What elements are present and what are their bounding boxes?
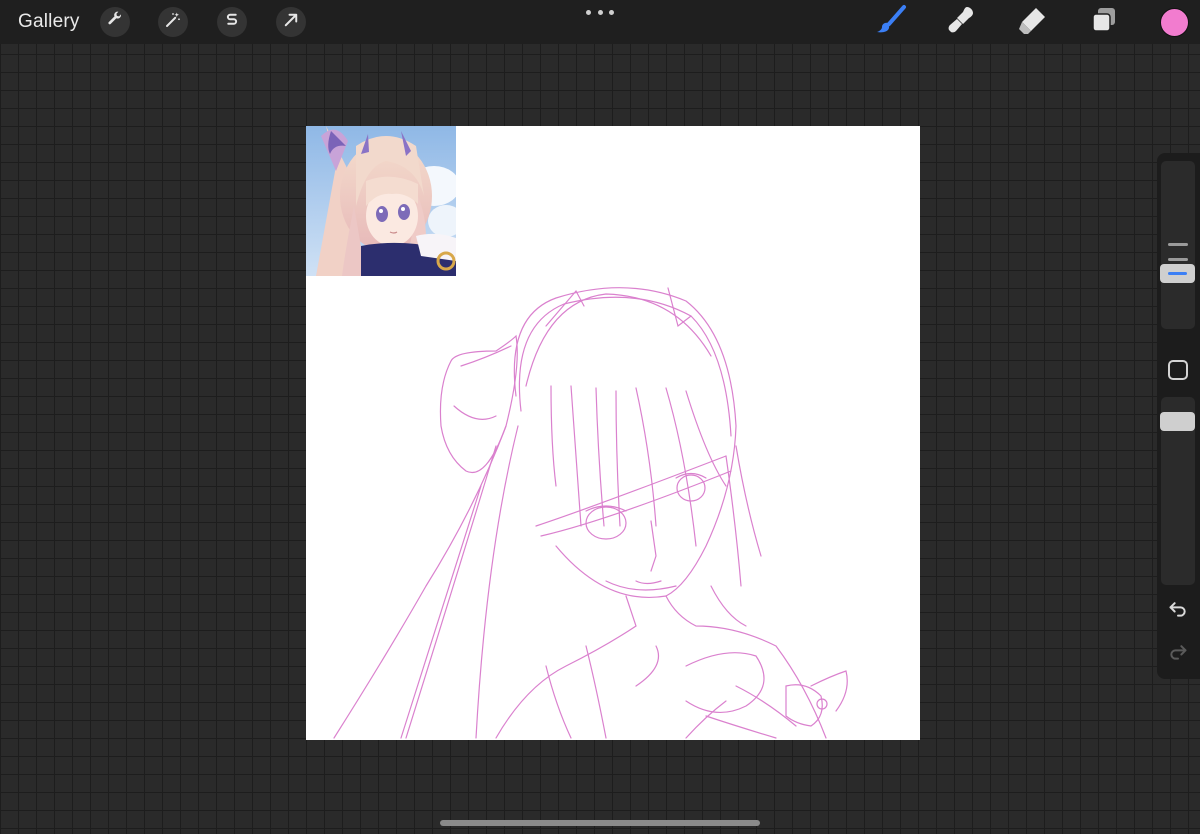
top-toolbar: Gallery — [0, 0, 1200, 44]
transform-arrow-icon — [282, 11, 300, 34]
slider-tick — [1168, 243, 1188, 246]
brush-size-thumb[interactable] — [1160, 264, 1195, 283]
layers-button[interactable] — [1088, 6, 1120, 38]
pencil-sketch — [333, 287, 848, 739]
brush-tool-button[interactable] — [875, 4, 907, 41]
actions-button[interactable] — [100, 7, 130, 37]
adjustments-button[interactable] — [158, 7, 188, 37]
selection-button[interactable] — [217, 7, 247, 37]
modify-button[interactable] — [1168, 360, 1188, 380]
opacity-thumb[interactable] — [1160, 412, 1195, 431]
smudge-tool-button[interactable] — [945, 6, 977, 38]
more-options-button[interactable] — [586, 4, 614, 20]
smudge-icon — [945, 4, 977, 41]
dot — [586, 9, 591, 15]
layers-icon — [1089, 5, 1119, 40]
redo-button[interactable] — [1166, 642, 1190, 666]
dot — [597, 9, 603, 15]
home-indicator[interactable] — [440, 820, 760, 826]
magic-wand-icon — [164, 11, 182, 34]
size-indicator — [1168, 272, 1187, 275]
color-picker-button[interactable] — [1160, 8, 1189, 37]
dot — [609, 9, 614, 15]
slider-tick — [1168, 258, 1188, 261]
redo-icon — [1168, 642, 1188, 667]
gallery-button[interactable]: Gallery — [18, 11, 80, 33]
eraser-tool-button[interactable] — [1016, 6, 1048, 38]
undo-icon — [1168, 599, 1188, 624]
drawing-canvas[interactable] — [306, 126, 920, 740]
brush-icon — [875, 4, 907, 41]
eraser-icon — [1016, 4, 1048, 41]
undo-button[interactable] — [1166, 599, 1190, 623]
transform-button[interactable] — [276, 7, 306, 37]
wrench-icon — [106, 11, 124, 34]
selection-s-icon — [223, 11, 241, 34]
